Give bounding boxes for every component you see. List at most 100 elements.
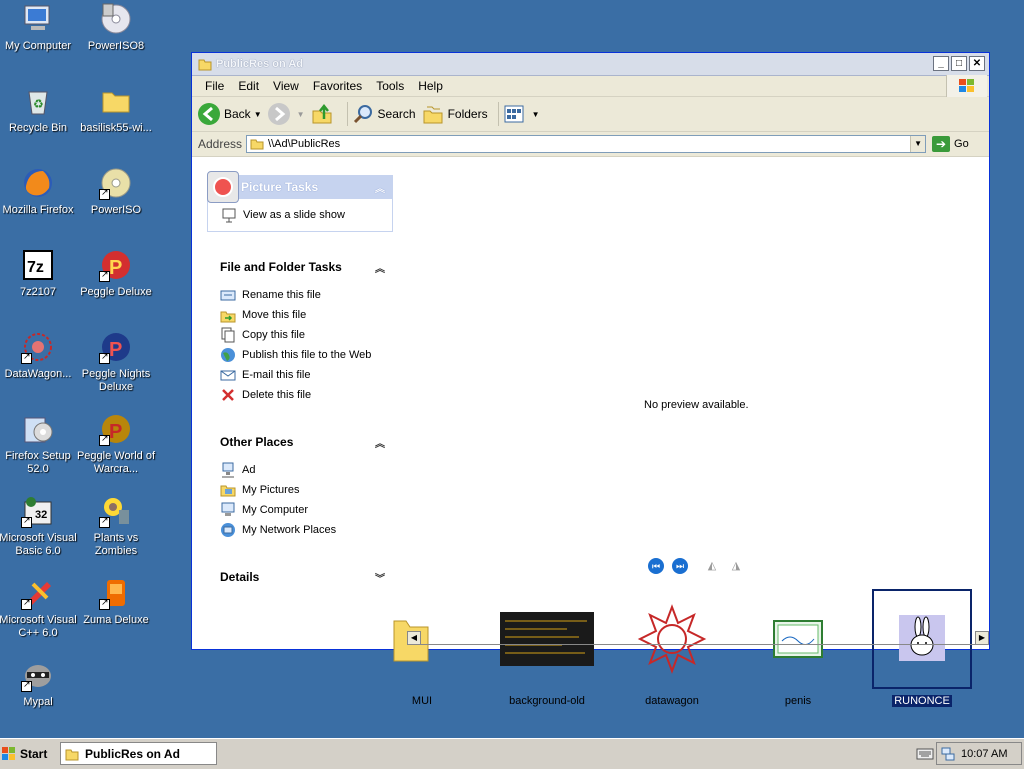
- task-view-slideshow[interactable]: View as a slide show: [221, 205, 392, 225]
- desktop-icon-firefox-setup[interactable]: Firefox Setup 52.0: [0, 412, 79, 476]
- desktop-icon-vc6[interactable]: Microsoft Visual C++ 6.0: [0, 576, 79, 640]
- views-icon: [503, 103, 525, 125]
- taskbar-window-button[interactable]: PublicRes on Ad: [60, 742, 217, 765]
- rename-icon: [220, 287, 236, 303]
- copy-icon: [220, 327, 236, 343]
- start-button[interactable]: Start: [2, 743, 54, 765]
- filmstrip-scrollbar[interactable]: ◀ ▶: [407, 631, 989, 647]
- film-item-name: RUNONCE: [892, 695, 952, 707]
- menu-favorites[interactable]: Favorites: [306, 79, 369, 93]
- picture-tasks-header[interactable]: Picture Tasks ︽: [207, 171, 393, 203]
- film-item-penis[interactable]: penis: [738, 589, 858, 707]
- task-delete[interactable]: Delete this file: [220, 385, 393, 405]
- address-label: Address: [198, 137, 243, 151]
- search-button[interactable]: Search: [352, 103, 416, 125]
- film-item-background-old[interactable]: background-old: [487, 589, 607, 707]
- task-publish-web[interactable]: Publish this file to the Web: [220, 345, 393, 365]
- close-button[interactable]: ✕: [969, 56, 985, 71]
- desktop-icon-datawagon[interactable]: DataWagon...: [0, 330, 79, 381]
- collapse-chevron-icon[interactable]: ︽: [375, 435, 385, 450]
- desktop-icon-peggle-wow[interactable]: P Peggle World of Warcra...: [75, 412, 157, 476]
- place-my-network-places[interactable]: My Network Places: [220, 520, 393, 540]
- scroll-track[interactable]: [421, 644, 975, 645]
- desktop-icon-zuma[interactable]: Zuma Deluxe: [75, 576, 157, 627]
- title-bar[interactable]: PublicRes on Ad _ □ ✕: [192, 53, 989, 76]
- expand-chevron-icon[interactable]: ︾: [375, 570, 385, 585]
- clock[interactable]: 10:07 AM: [961, 748, 1007, 760]
- film-item-runonce[interactable]: RUNONCE: [862, 589, 982, 707]
- previous-image-button[interactable]: ⏮: [648, 558, 664, 574]
- task-label: Publish this file to the Web: [242, 349, 372, 361]
- explorer-window: PublicRes on Ad _ □ ✕ File Edit View Fav…: [191, 52, 990, 707]
- menu-tools[interactable]: Tools: [369, 79, 411, 93]
- menu-help[interactable]: Help: [411, 79, 450, 93]
- scroll-left-button[interactable]: ◀: [407, 631, 421, 645]
- task-email[interactable]: E-mail this file: [220, 365, 393, 385]
- other-places-header[interactable]: Other Places ︽: [207, 430, 393, 454]
- forward-button[interactable]: ▼: [267, 103, 305, 125]
- picture-tasks-panel: Picture Tasks ︽ View as a slide show: [207, 171, 393, 232]
- file-folder-tasks-header[interactable]: File and Folder Tasks ︽: [207, 255, 393, 279]
- desktop-icon-peggle-deluxe[interactable]: P Peggle Deluxe: [75, 248, 157, 299]
- address-dropdown-icon[interactable]: ▼: [910, 136, 926, 152]
- collapse-chevron-icon[interactable]: ︽: [375, 260, 385, 275]
- next-image-button[interactable]: ⏭: [672, 558, 688, 574]
- vb-icon: 32: [21, 494, 55, 528]
- desktop-icon-mypal[interactable]: Mypal: [0, 658, 79, 709]
- menu-view[interactable]: View: [266, 79, 306, 93]
- desktop-icon-my-computer[interactable]: My Computer: [0, 2, 79, 53]
- place-my-pictures[interactable]: My Pictures: [220, 480, 393, 500]
- desktop-icon-recycle-bin[interactable]: ♻ Recycle Bin: [0, 84, 79, 135]
- globe-icon: [220, 347, 236, 363]
- forward-dropdown-icon[interactable]: ▼: [297, 110, 305, 119]
- views-button[interactable]: ▼: [503, 103, 540, 125]
- rotate-counterclockwise-icon[interactable]: ◮: [728, 558, 744, 574]
- maximize-button[interactable]: □: [951, 56, 967, 71]
- views-dropdown-icon[interactable]: ▼: [532, 110, 540, 119]
- place-my-computer[interactable]: My Computer: [220, 500, 393, 520]
- other-places-title: Other Places: [220, 435, 294, 449]
- desktop-icon-pvz[interactable]: Plants vs Zombies: [75, 494, 157, 558]
- collapse-chevron-icon[interactable]: ︽: [375, 180, 385, 195]
- shortcut-arrow-icon: [99, 433, 110, 446]
- desktop-icon-firefox[interactable]: Mozilla Firefox: [0, 166, 79, 217]
- network-tray-icon[interactable]: [941, 747, 955, 761]
- details-header[interactable]: Details ︾: [207, 565, 393, 589]
- go-button[interactable]: ➔ Go: [932, 136, 969, 152]
- folders-button[interactable]: Folders: [422, 103, 488, 125]
- picture-tasks-title: Picture Tasks: [241, 180, 319, 194]
- film-item-mui[interactable]: MUI: [362, 589, 482, 707]
- address-input[interactable]: \\Ad\PublicRes ▼: [246, 135, 927, 153]
- toolbar-separator: [346, 102, 348, 126]
- back-dropdown-icon[interactable]: ▼: [254, 110, 262, 119]
- back-button[interactable]: Back ▼: [198, 103, 262, 125]
- rotate-clockwise-icon[interactable]: ◭: [704, 558, 720, 574]
- desktop-icon-poweriso[interactable]: PowerISO: [75, 166, 157, 217]
- details-panel: Details ︾: [207, 565, 393, 589]
- task-rename[interactable]: Rename this file: [220, 285, 393, 305]
- menu-edit[interactable]: Edit: [231, 79, 266, 93]
- desktop-icon-7zip[interactable]: 7z 7z2107: [0, 248, 79, 299]
- desktop-icon-poweriso8[interactable]: PowerISO8: [75, 2, 157, 53]
- file-folder-tasks-title: File and Folder Tasks: [220, 260, 342, 274]
- move-icon: [220, 307, 236, 323]
- up-button[interactable]: [311, 103, 337, 125]
- setup-icon: [21, 412, 55, 446]
- slideshow-icon: [221, 207, 237, 223]
- folders-icon: [422, 103, 444, 125]
- place-ad[interactable]: Ad: [220, 460, 393, 480]
- other-places-body: Ad My Pictures My Computer My Network Pl…: [207, 454, 393, 546]
- delete-icon: [220, 387, 236, 403]
- menu-file[interactable]: File: [198, 79, 231, 93]
- task-move[interactable]: Move this file: [220, 305, 393, 325]
- desktop-icon-basilisk[interactable]: basilisk55-wi...: [75, 84, 157, 135]
- desktop-icon-peggle-nights[interactable]: P Peggle Nights Deluxe: [75, 330, 157, 394]
- forward-arrow-icon: [267, 103, 290, 125]
- desktop-icon-vb6[interactable]: 32 Microsoft Visual Basic 6.0: [0, 494, 79, 558]
- scroll-right-button[interactable]: ▶: [975, 631, 989, 645]
- minimize-button[interactable]: _: [933, 56, 949, 71]
- task-copy[interactable]: Copy this file: [220, 325, 393, 345]
- keyboard-icon[interactable]: [916, 747, 934, 761]
- film-item-datawagon[interactable]: datawagon: [612, 589, 732, 707]
- preview-message: No preview available.: [644, 399, 749, 411]
